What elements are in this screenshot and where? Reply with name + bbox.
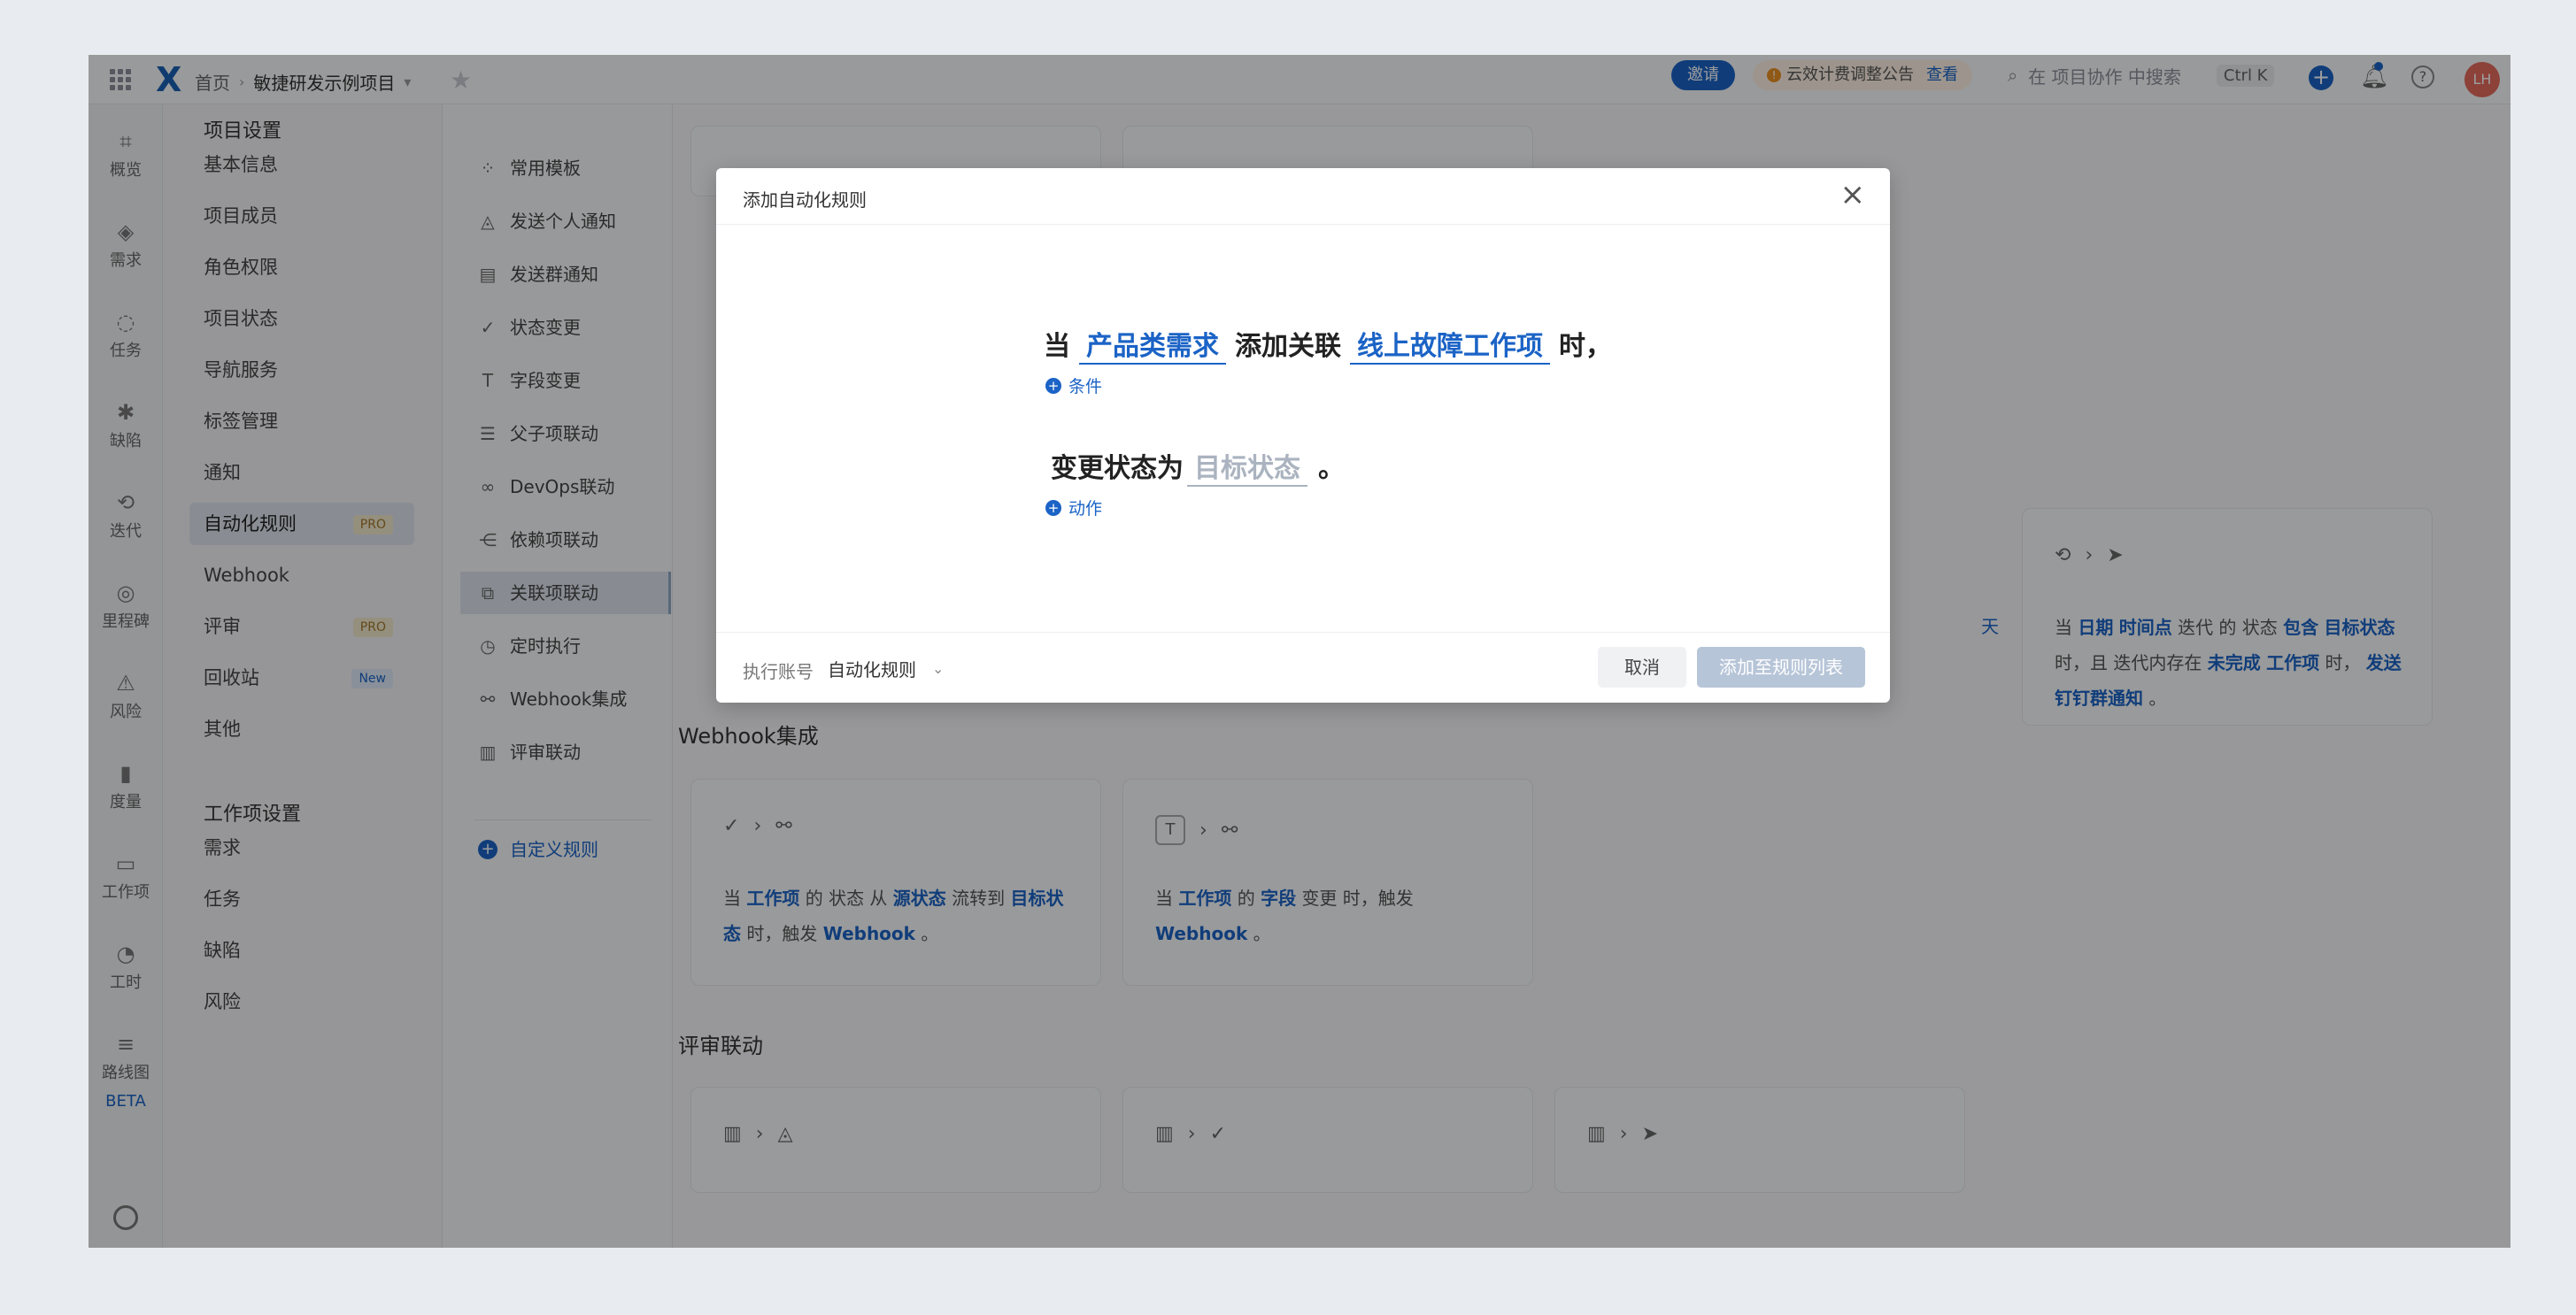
cancel-button[interactable]: 取消 xyxy=(1598,647,1686,688)
rule-change-prefix: 变更状态为 xyxy=(1051,453,1184,484)
add-condition-link[interactable]: + 条件 xyxy=(1045,373,1102,397)
rule-action-word: 添加关联 xyxy=(1235,331,1341,362)
add-action-link[interactable]: + 动作 xyxy=(1045,496,1102,519)
exec-account-select[interactable]: 自动化规则 ⌄ xyxy=(828,656,944,681)
close-icon[interactable]: × xyxy=(1840,179,1866,211)
object-selector[interactable]: 线上故障工作项 xyxy=(1350,324,1550,365)
dialog-header: 添加自动化规则 × xyxy=(716,168,1890,225)
target-status-selector[interactable]: 目标状态 xyxy=(1187,446,1307,487)
rule-when: 当 xyxy=(1044,331,1070,362)
exec-account-label: 执行账号 xyxy=(743,661,814,682)
add-to-rule-list-button[interactable]: 添加至规则列表 xyxy=(1697,647,1865,688)
rule-period: 。 xyxy=(1318,453,1345,484)
chevron-down-icon: ⌄ xyxy=(932,660,945,677)
add-automation-rule-dialog: 添加自动化规则 × 当 产品类需求 添加关联 线上故障工作项 时， + 条件 变… xyxy=(716,168,1890,703)
rule-time-suffix: 时， xyxy=(1559,331,1612,362)
subject-selector[interactable]: 产品类需求 xyxy=(1079,324,1226,365)
dialog-footer: 执行账号 自动化规则 ⌄ 取消 添加至规则列表 xyxy=(716,632,1890,703)
plus-circle-icon: + xyxy=(1045,377,1061,394)
app-window: X 首页 › 敏捷研发示例项目 ▾ ★ 邀请 ! 云效计费调整公告 查看 ⌕ 在… xyxy=(89,55,2510,1248)
plus-circle-icon: + xyxy=(1045,499,1061,516)
rule-trigger-line: 当 产品类需求 添加关联 线上故障工作项 时， xyxy=(1044,324,1612,365)
dialog-title: 添加自动化规则 xyxy=(743,189,867,211)
rule-action-line: 变更状态为 目标状态 。 xyxy=(1051,446,1345,487)
